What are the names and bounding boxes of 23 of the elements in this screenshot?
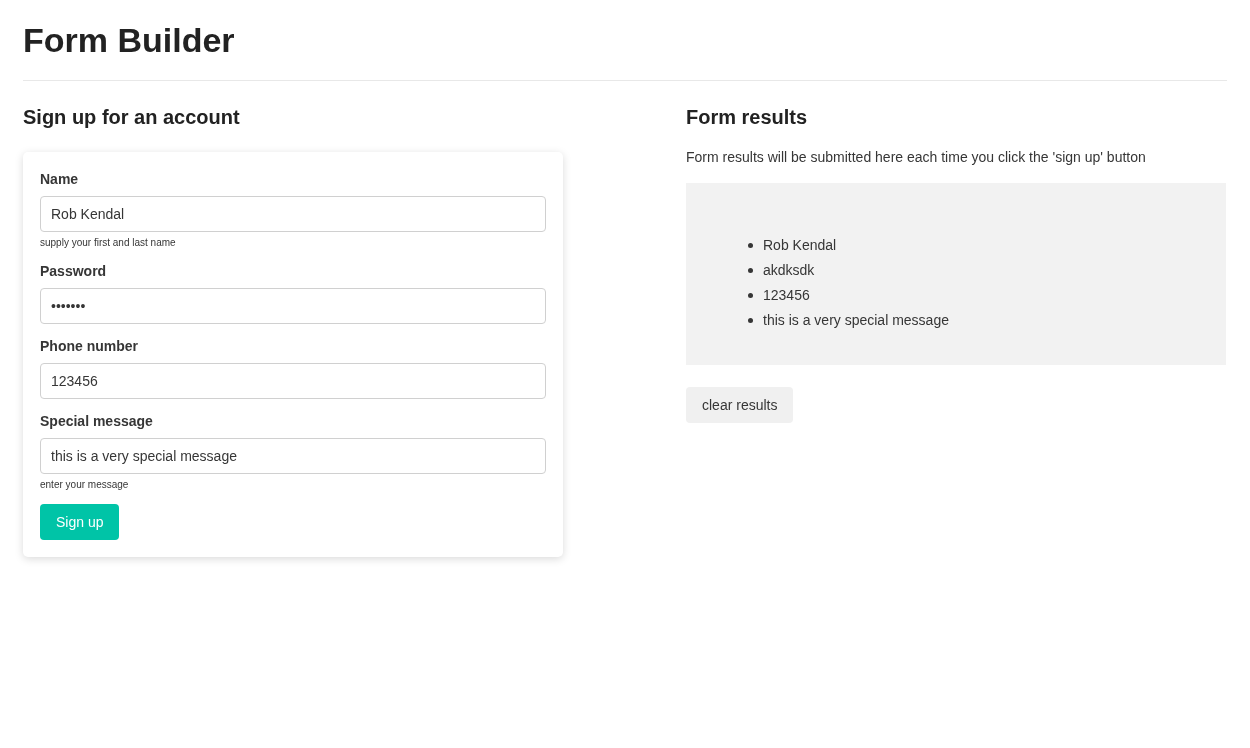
input-field[interactable]: ••••••• [40, 288, 546, 324]
page-title: Form Builder [23, 20, 236, 61]
field-label: Special message [40, 412, 154, 430]
results-heading: Form results [686, 105, 809, 130]
clear-results-button[interactable]: clear results [686, 387, 794, 423]
input-field[interactable]: 123456 [40, 363, 546, 399]
bullet-icon [748, 268, 753, 273]
field-label: Phone number [40, 337, 139, 355]
form-heading: Sign up for an account [23, 105, 241, 130]
bullet-icon [748, 293, 753, 298]
field-label: Password [40, 262, 108, 280]
field-label: Name [40, 170, 80, 188]
result-item: 123456 [763, 286, 810, 305]
help-text: supply your first and last name [40, 236, 177, 249]
result-item: this is a very special message [763, 311, 949, 330]
results-description: Form results will be submitted here each time you click the 'sign up' button [686, 148, 1147, 166]
bullet-icon [748, 243, 753, 248]
input-field[interactable]: this is a very special message [40, 438, 546, 474]
bullet-icon [748, 318, 753, 323]
help-text: enter your message [40, 478, 130, 491]
result-item: Rob Kendal [763, 236, 837, 255]
result-item: akdksdk [763, 261, 815, 280]
input-field[interactable]: Rob Kendal [40, 196, 546, 232]
